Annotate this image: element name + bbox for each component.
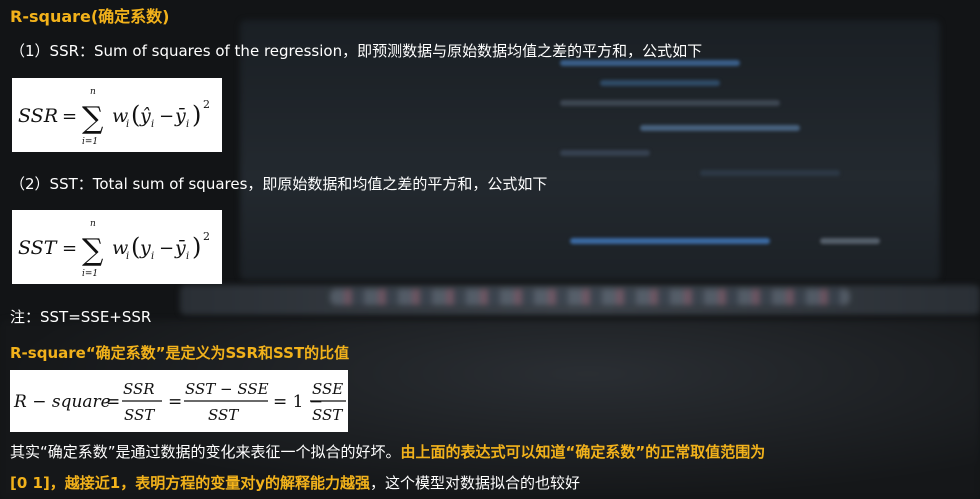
sst-ybar-sub: i xyxy=(186,251,189,262)
rsq-denominator-1: SST xyxy=(124,406,155,424)
summation-icon: ∑ xyxy=(82,101,104,136)
slide-title: R-square(确定系数) xyxy=(10,7,170,26)
ssr-formula: SSR = ∑ n i=1 w i ( ŷ i − ȳ i ) 2 xyxy=(12,78,222,152)
explanation-line-2: [0 1]，越接近1，表明方程的变量对y的解释能力越强，这个模型对数据拟合的也较… xyxy=(10,472,580,493)
explanation-highlight-1: 由上面的表达式可以知道“确定系数”的正常取值范围为 xyxy=(400,443,766,461)
rsq-denominator-2: SST xyxy=(208,406,239,424)
explanation-plain-1: 其实“确定系数”是通过数据的变化来表征一个拟合的好坏。 xyxy=(10,443,401,461)
sst-ybar: ȳ xyxy=(174,237,186,259)
ssr-weight-sub: i xyxy=(126,119,129,130)
sst-formula-lhs: SST xyxy=(18,237,58,259)
rsq-equals-1: = xyxy=(106,392,120,412)
ssr-ybar-sub: i xyxy=(186,119,189,130)
ssr-yhat: ŷ xyxy=(139,105,151,127)
explanation-line-1: 其实“确定系数”是通过数据的变化来表征一个拟合的好坏。由上面的表达式可以知道“确… xyxy=(10,441,765,462)
ssr-formula-lhs: SSR xyxy=(18,105,58,127)
ssr-sum-lower: i=1 xyxy=(82,137,98,147)
ssr-formula-equals: = xyxy=(62,106,77,127)
sst-paren-close: ) xyxy=(192,233,201,261)
rsq-numerator-1: SSR xyxy=(123,380,155,398)
sst-formula: SST = ∑ n i=1 w i ( y i − ȳ i ) 2 xyxy=(12,210,222,284)
rsq-numerator-3: SSE xyxy=(312,380,343,398)
rsq-formula-lhs: R − square xyxy=(13,392,111,412)
ssr-description: （1）SSR：Sum of squares of the regression，… xyxy=(10,42,703,60)
sst-y: y xyxy=(139,237,151,259)
explanation-plain-2: ，这个模型对数据拟合的也较好 xyxy=(370,474,581,492)
rsq-denominator-3: SST xyxy=(312,406,343,424)
sst-weight-sub: i xyxy=(126,251,129,262)
summation-icon: ∑ xyxy=(82,233,104,268)
sst-formula-equals: = xyxy=(62,238,77,259)
sst-sum-lower: i=1 xyxy=(82,269,98,279)
rsquare-definition: R-square“确定系数”是定义为SSR和SST的比值 xyxy=(10,344,350,362)
ssr-ybar: ȳ xyxy=(174,105,186,127)
ssr-yhat-sub: i xyxy=(151,119,154,130)
ssr-paren-open: ( xyxy=(131,101,140,129)
sst-y-sub: i xyxy=(151,251,154,262)
rsq-numerator-2: SST − SSE xyxy=(185,380,269,398)
rsquare-formula: R − square = SSR SST = SST − SSE SST = 1… xyxy=(10,370,348,432)
slide-content: R-square(确定系数) （1）SSR：Sum of squares of … xyxy=(0,0,980,499)
ssr-sum-upper: n xyxy=(90,87,96,97)
ssr-power: 2 xyxy=(203,98,210,111)
rsq-equals-2: = xyxy=(168,392,182,412)
sst-power: 2 xyxy=(203,230,210,243)
sst-minus: − xyxy=(159,238,174,259)
sst-description: （2）SST：Total sum of squares，即原始数据和均值之差的平… xyxy=(10,175,548,193)
ssr-paren-close: ) xyxy=(192,101,201,129)
note-sst-identity: 注：SST=SSE+SSR xyxy=(10,308,152,326)
explanation-highlight-2: [0 1]，越接近1，表明方程的变量对y的解释能力越强 xyxy=(10,474,371,492)
sst-sum-upper: n xyxy=(90,219,96,229)
ssr-minus: − xyxy=(159,106,174,127)
sst-paren-open: ( xyxy=(131,233,140,261)
